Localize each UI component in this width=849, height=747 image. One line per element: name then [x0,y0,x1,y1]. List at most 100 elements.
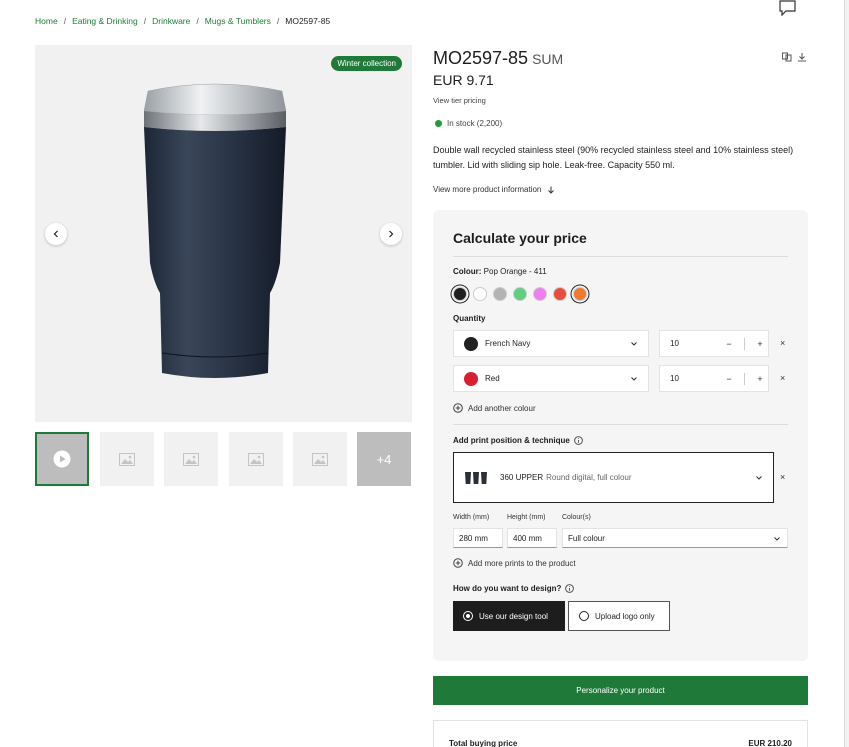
chevron-down-icon [774,537,780,541]
swatch-white[interactable] [473,287,487,301]
view-tier-pricing-link[interactable]: View tier pricing [433,96,486,105]
play-icon [53,450,71,468]
more-info-label: View more product information [433,185,542,194]
colours-select[interactable]: Full colour [562,528,788,548]
colours-select-value: Full colour [568,533,605,543]
plus-circle-icon [453,558,463,568]
upload-logo-option[interactable]: Upload logo only [568,601,670,631]
swatch-black[interactable] [453,287,467,301]
add-colour-label: Add another colour [468,403,536,413]
decrement-button[interactable]: − [722,374,736,384]
in-stock-dot-icon [435,120,442,127]
info-icon[interactable] [565,584,575,593]
chevron-left-icon [53,230,58,238]
quantity-value[interactable]: 10 [670,339,722,348]
chevron-right-icon [389,230,394,238]
print-technique-select[interactable]: 360 UPPER Round digital, full colour [453,452,774,503]
stepper-divider [744,337,745,350]
colour-select-value: Red [485,374,500,383]
page-scrollbar[interactable] [844,0,849,747]
thumbnail-video[interactable] [35,432,89,486]
print-technique: Round digital, full colour [546,473,632,482]
chevron-down-icon [631,377,637,381]
thumbnail-image[interactable] [229,432,283,486]
print-position: 360 UPPER [500,473,544,482]
stock-text: In stock (2,200) [447,119,503,128]
calculator-title: Calculate your price [453,230,587,246]
selected-colour-label: Colour: Pop Orange - 411 [453,267,547,276]
increment-button[interactable]: + [753,339,767,349]
design-tool-label: Use our design tool [479,611,548,621]
compare-icon[interactable] [782,52,792,62]
colour-select-french-navy[interactable]: French Navy [453,330,649,357]
add-more-prints-button[interactable]: Add more prints to the product [453,558,576,568]
chat-icon[interactable] [778,0,797,16]
image-placeholder-icon [183,452,199,466]
info-icon[interactable] [573,436,583,445]
divider [453,256,788,257]
breadcrumb-separator: / [196,16,199,26]
height-input[interactable]: 400 mm [507,528,557,548]
total-amount: EUR 210.20 [748,739,792,747]
breadcrumb-separator: / [143,16,147,26]
product-code: MO2597-85 [433,48,529,68]
tumbler-image [143,83,287,378]
image-placeholder-icon [312,452,328,466]
stepper-divider [744,372,745,385]
print-position-label: Add print position & technique [453,436,583,445]
swatch-pop-orange[interactable] [573,287,587,301]
radio-unselected-icon [579,611,589,621]
winter-collection-badge: Winter collection [331,56,402,71]
width-label: Width (mm) [453,514,490,521]
remove-colour-button[interactable]: × [780,373,785,383]
gallery-prev-button[interactable] [45,223,67,245]
quantity-stepper: 10 − + [659,330,769,357]
colour-select-red[interactable]: Red [453,365,649,392]
swatch-grey[interactable] [493,287,507,301]
decrement-button[interactable]: − [722,339,736,349]
swatch-pink[interactable] [533,287,547,301]
radio-selected-icon [463,611,473,621]
swatch-red[interactable] [553,287,567,301]
product-actions [782,52,807,62]
thumbnail-more[interactable]: +4 [357,432,411,486]
breadcrumb-separator: / [63,16,67,26]
increment-button[interactable]: + [753,374,767,384]
image-placeholder-icon [119,452,135,466]
product-description: Double wall recycled stainless steel (90… [433,145,794,170]
thumbnail-image[interactable] [164,432,218,486]
colour-select-value: French Navy [485,339,531,348]
remove-colour-button[interactable]: × [780,338,785,348]
plus-circle-icon [453,403,463,413]
quantity-value[interactable]: 10 [670,374,722,383]
thumbnail-image[interactable] [100,432,154,486]
breadcrumb-mugs-tumblers[interactable]: Mugs & Tumblers [205,16,271,26]
gallery-next-button[interactable] [380,223,402,245]
product-price: EUR 9.71 [433,72,494,88]
view-more-info-link[interactable]: View more product information [433,185,555,194]
colour-label-value: Pop Orange - 411 [483,267,547,276]
image-placeholder-icon [248,452,264,466]
total-price-card: Total buying price EUR 210.20 [433,720,808,747]
remove-print-button[interactable]: × [780,472,785,482]
colours-label: Colour(s) [562,514,591,521]
breadcrumb-drinkware[interactable]: Drinkware [152,16,190,26]
print-label-text: Add print position & technique [453,436,570,445]
quantity-label: Quantity [453,314,486,323]
upload-logo-label: Upload logo only [595,611,655,621]
print-mug-icon [464,471,488,485]
add-another-colour-button[interactable]: Add another colour [453,403,536,413]
breadcrumb-eating-drinking[interactable]: Eating & Drinking [72,16,138,26]
product-main-image: Winter collection [35,45,412,422]
swatch-green[interactable] [513,287,527,301]
width-input[interactable]: 280 mm [453,528,503,548]
chevron-down-icon [631,342,637,346]
breadcrumb-home[interactable]: Home [35,16,58,26]
price-calculator: Calculate your price Colour: Pop Orange … [433,210,808,661]
chevron-down-icon [756,476,762,480]
use-design-tool-option[interactable]: Use our design tool [453,601,565,631]
total-label: Total buying price [449,739,518,747]
download-icon[interactable] [797,52,807,62]
thumbnail-image[interactable] [293,432,347,486]
personalize-button[interactable]: Personalize your product [433,676,808,705]
